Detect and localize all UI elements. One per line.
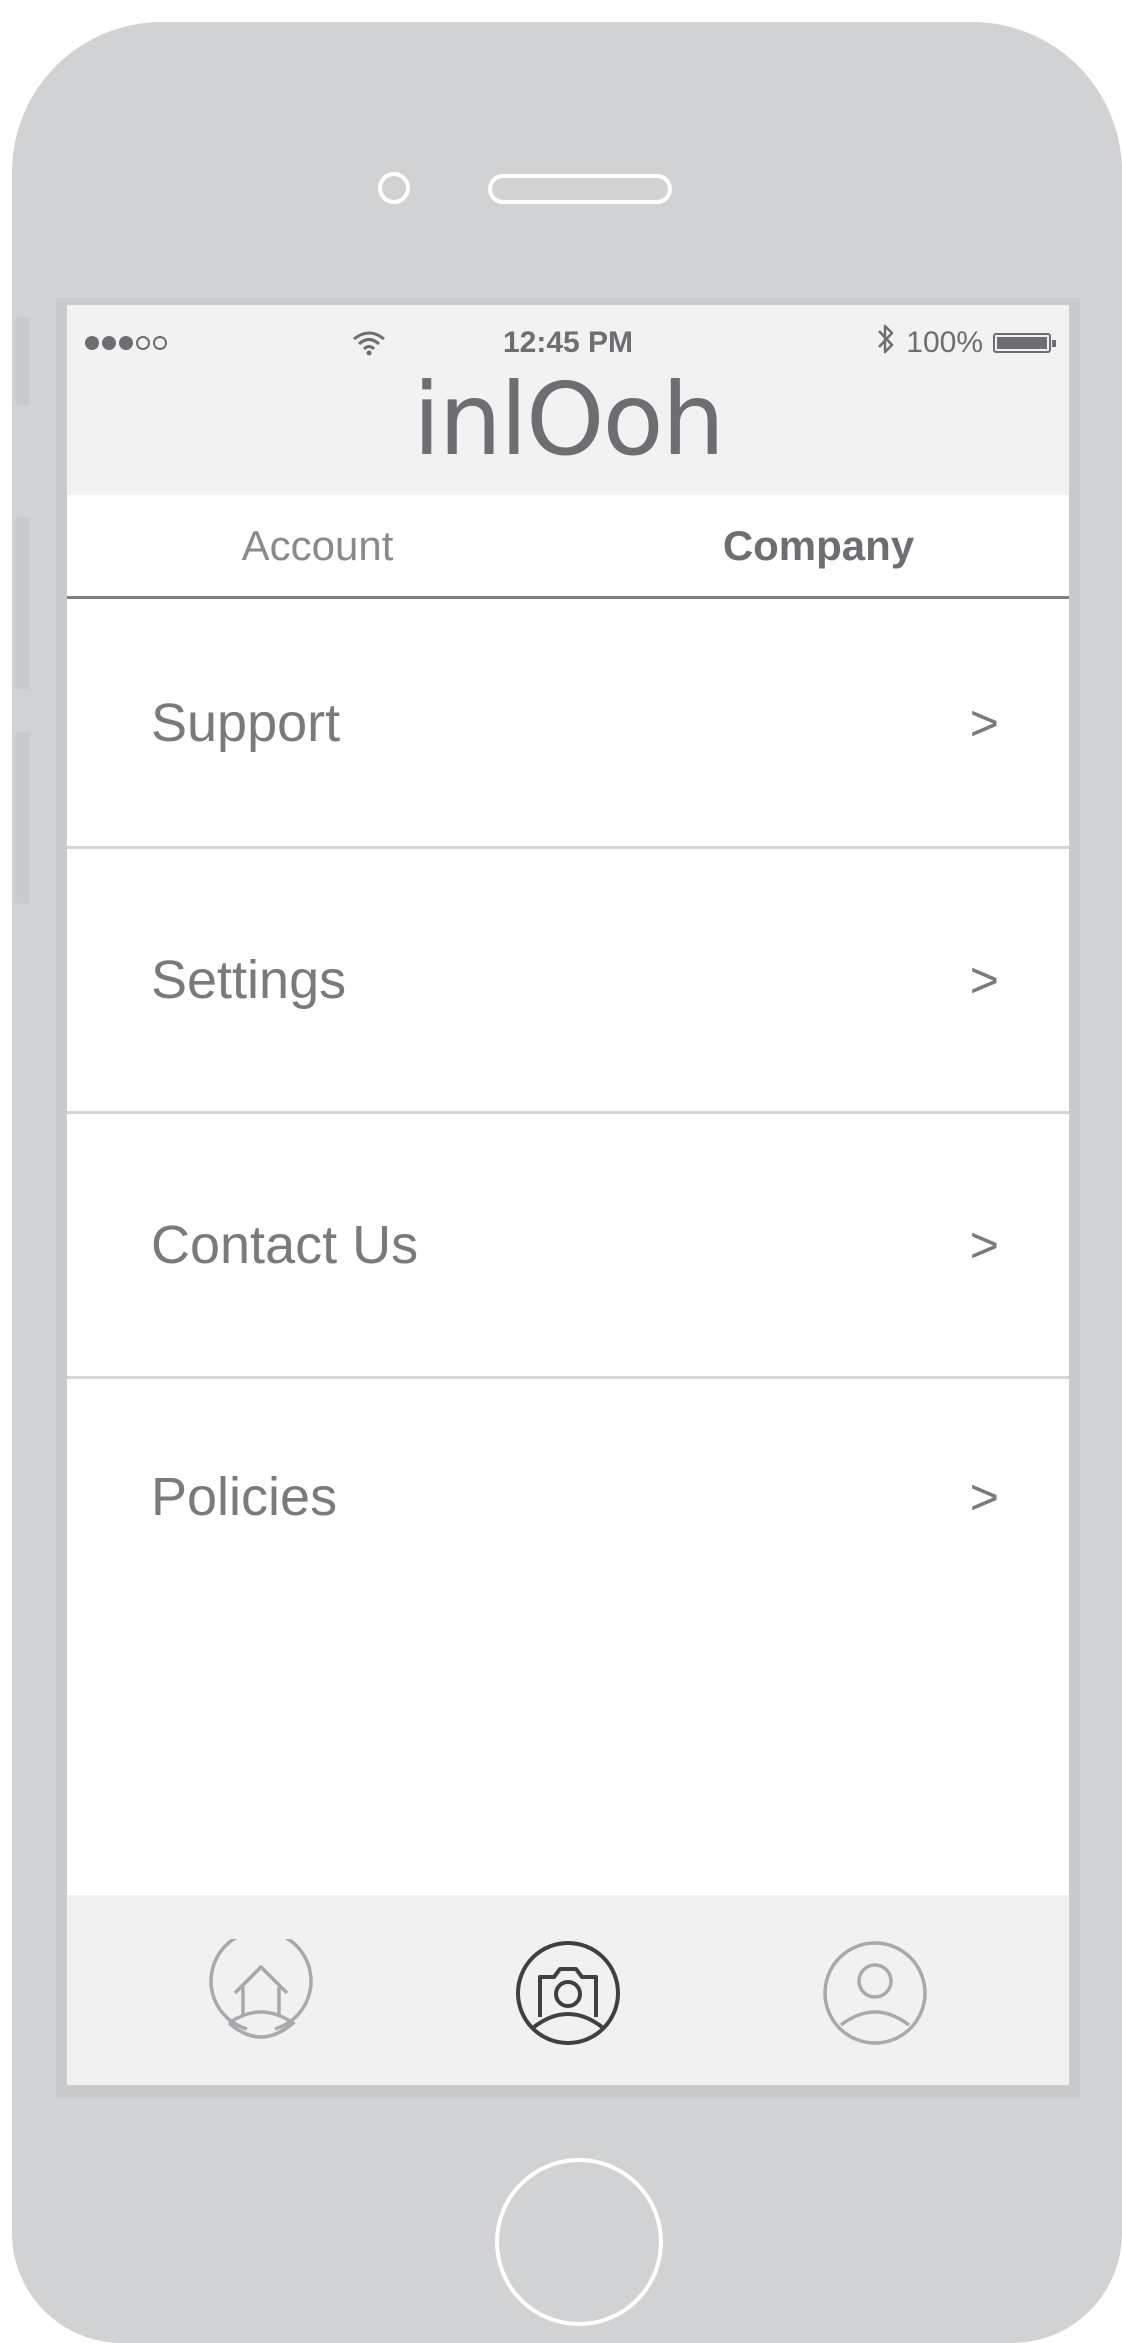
menu-item-policies[interactable]: Policies > — [67, 1379, 1069, 1615]
settings-menu: Support > Settings > Contact Us > Polici… — [67, 599, 1069, 1615]
status-right: 100% — [876, 322, 1056, 364]
menu-item-settings[interactable]: Settings > — [67, 849, 1069, 1114]
chevron-right-icon: > — [969, 1217, 999, 1273]
bottom-tab-bar — [67, 1895, 1069, 2085]
volume-up-button — [15, 517, 29, 689]
menu-item-contact-us[interactable]: Contact Us > — [67, 1114, 1069, 1379]
tab-label: Account — [241, 521, 394, 569]
menu-item-label: Contact Us — [151, 1215, 419, 1275]
front-camera — [378, 172, 410, 204]
battery-percent: 100% — [906, 326, 983, 359]
camera-icon — [516, 1941, 620, 2045]
bluetooth-icon — [876, 322, 896, 364]
chevron-right-icon: > — [969, 1469, 999, 1525]
home-tab-button[interactable] — [207, 1929, 315, 2047]
chevron-right-icon: > — [969, 694, 999, 751]
app-screen: 12:45 PM 100% inlOoh Account Company Sup… — [67, 305, 1069, 2085]
battery-level — [997, 337, 1047, 349]
profile-tab-button[interactable] — [821, 1939, 929, 2047]
app-logo: inlOoh — [412, 361, 725, 478]
home-icon — [209, 1929, 313, 2039]
menu-item-support[interactable]: Support > — [67, 599, 1069, 849]
menu-item-label: Settings — [151, 950, 347, 1010]
menu-item-label: Support — [151, 692, 341, 753]
mute-switch — [15, 317, 29, 405]
tab-company[interactable]: Company — [568, 495, 1069, 596]
tab-label: Company — [722, 521, 915, 569]
battery-icon — [993, 333, 1056, 353]
app-header: 12:45 PM 100% inlOoh — [67, 305, 1069, 495]
chevron-right-icon: > — [969, 952, 999, 1008]
segment-tabs: Account Company — [67, 495, 1069, 599]
tab-account[interactable]: Account — [67, 495, 568, 596]
volume-down-button — [15, 732, 29, 904]
earpiece-speaker — [488, 174, 672, 204]
home-button[interactable] — [495, 2158, 663, 2326]
profile-icon — [823, 1941, 927, 2045]
camera-tab-button[interactable] — [514, 1939, 622, 2047]
menu-item-label: Policies — [151, 1467, 338, 1527]
